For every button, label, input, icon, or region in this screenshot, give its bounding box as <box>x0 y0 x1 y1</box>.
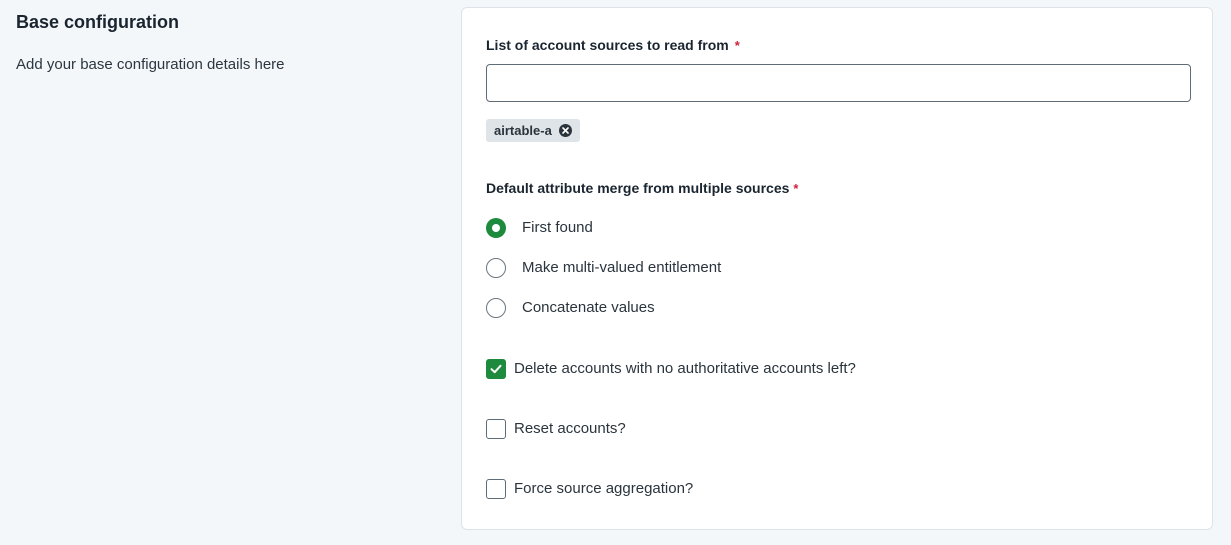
sources-label-text: List of account sources to read from <box>486 37 729 53</box>
delete-accounts-checkbox-row[interactable]: Delete accounts with no authoritative ac… <box>486 359 856 379</box>
required-mark: * <box>734 38 740 53</box>
radio-label: Make multi-valued entitlement <box>522 259 722 276</box>
radio-label: Concatenate values <box>522 299 655 316</box>
checkbox-label: Force source aggregation? <box>514 480 694 497</box>
delete-accounts-checkbox[interactable] <box>486 359 506 379</box>
reset-accounts-checkbox-row[interactable]: Reset accounts? <box>486 419 626 439</box>
merge-option-concatenate[interactable]: Concatenate values <box>486 298 655 318</box>
merge-option-first-found[interactable]: First found <box>486 218 593 238</box>
sources-input[interactable] <box>486 64 1191 102</box>
radio-button[interactable] <box>486 218 506 238</box>
radio-label: First found <box>522 219 593 236</box>
radio-button[interactable] <box>486 258 506 278</box>
checkbox-label: Reset accounts? <box>514 420 626 437</box>
sources-field-label: List of account sources to read from * <box>486 35 740 56</box>
merge-option-multi-valued[interactable]: Make multi-valued entitlement <box>486 258 721 278</box>
checkbox-label: Delete accounts with no authoritative ac… <box>514 360 856 377</box>
merge-field-label: Default attribute merge from multiple so… <box>486 178 798 199</box>
source-chip: airtable-a <box>486 119 580 142</box>
required-mark: * <box>793 181 799 196</box>
reset-accounts-checkbox[interactable] <box>486 419 506 439</box>
radio-button[interactable] <box>486 298 506 318</box>
section-title: Base configuration <box>16 12 180 32</box>
checkmark-icon <box>490 364 502 374</box>
section-description: Add your base configuration details here <box>16 56 285 73</box>
force-aggregation-checkbox[interactable] <box>486 479 506 499</box>
force-aggregation-checkbox-row[interactable]: Force source aggregation? <box>486 479 693 499</box>
merge-label-text: Default attribute merge from multiple so… <box>486 180 790 196</box>
chip-remove-icon[interactable] <box>558 124 572 137</box>
section-header: Base configuration Add your base configu… <box>16 10 436 76</box>
config-form-card: List of account sources to read from * ai… <box>461 7 1213 530</box>
source-chip-label: airtable-a <box>494 123 552 138</box>
